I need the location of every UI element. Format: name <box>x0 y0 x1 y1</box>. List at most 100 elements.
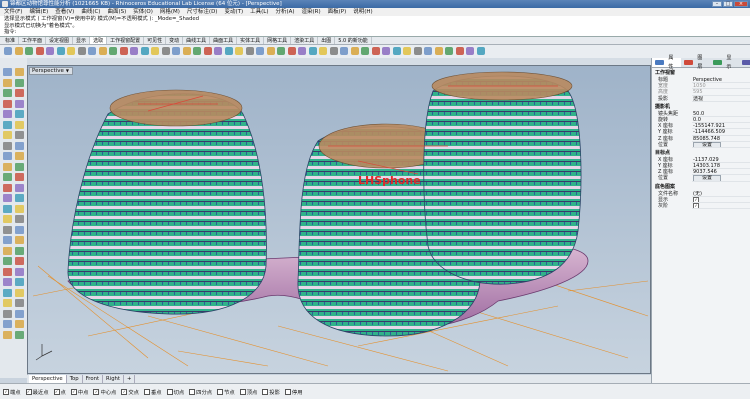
left-tool-icon[interactable] <box>15 152 24 160</box>
toolbar-tool-icon[interactable] <box>245 47 254 55</box>
toolbar-tool-icon[interactable] <box>214 47 222 55</box>
left-tool-icon[interactable] <box>3 152 12 160</box>
osnap-item[interactable]: 停用 <box>284 388 303 396</box>
toolbar-tool-icon[interactable] <box>319 47 327 55</box>
toolbar-tool-icon[interactable] <box>403 47 411 55</box>
viewport-tab[interactable]: Top <box>67 375 83 383</box>
osnap-item[interactable]: 切点 <box>166 388 184 396</box>
left-tool-icon[interactable] <box>3 173 12 181</box>
left-tool-icon[interactable] <box>15 246 24 255</box>
left-tool-icon[interactable] <box>3 288 12 297</box>
toolbar-tab[interactable]: 渲染工具 <box>291 37 319 44</box>
left-tool-icon[interactable] <box>3 309 12 318</box>
left-tool-icon[interactable] <box>3 141 12 150</box>
toolbar-tab[interactable]: 变动 <box>166 37 184 44</box>
toolbar-tool-icon[interactable] <box>350 47 359 55</box>
osnap-checkbox[interactable]: ✓ <box>93 388 100 395</box>
toolbar-tool-icon[interactable] <box>88 47 96 55</box>
menu-item[interactable]: 尺寸标注(D) <box>187 8 218 16</box>
left-tool-icon[interactable] <box>15 309 24 318</box>
toolbar-tool-icon[interactable] <box>424 47 432 55</box>
left-tool-icon[interactable] <box>15 330 24 339</box>
toolbar-tab[interactable]: 设定视图 <box>46 37 74 44</box>
left-tool-icon[interactable] <box>3 99 12 108</box>
property-value[interactable]: 设置 <box>692 175 750 182</box>
toolbar-tool-icon[interactable] <box>235 47 243 55</box>
menu-item[interactable]: 文件(F) <box>4 8 22 16</box>
viewport-tab[interactable]: Front <box>83 375 104 383</box>
osnap-item[interactable]: 节点 <box>217 388 235 396</box>
left-tool-icon[interactable] <box>3 215 12 223</box>
menu-item[interactable]: 实体(O) <box>133 8 153 16</box>
osnap-checkbox[interactable] <box>239 388 246 395</box>
toolbar-tool-icon[interactable] <box>277 47 285 55</box>
toolbar-tab[interactable]: 标准 <box>2 37 20 44</box>
left-tool-icon[interactable] <box>15 267 24 276</box>
left-tool-icon[interactable] <box>3 162 12 171</box>
toolbar-tool-icon[interactable] <box>140 47 149 55</box>
maximize-button[interactable]: □ <box>723 1 733 7</box>
toolbar-tool-icon[interactable] <box>203 47 212 55</box>
toolbar-tool-icon[interactable] <box>256 47 264 55</box>
toolbar-tab[interactable]: 曲线工具 <box>183 37 211 44</box>
property-value[interactable]: ✓ <box>692 203 750 210</box>
left-tool-icon[interactable] <box>15 89 24 97</box>
left-tool-icon[interactable] <box>15 162 24 171</box>
toolbar-tool-icon[interactable] <box>14 47 23 55</box>
property-value[interactable]: 透视 <box>692 96 750 102</box>
panel-tab[interactable]: 属性 <box>652 55 682 70</box>
left-tool-icon[interactable] <box>15 120 24 129</box>
toolbar-tab[interactable]: 工作视窗配置 <box>107 37 145 44</box>
osnap-checkbox[interactable] <box>166 388 173 395</box>
viewport-tab[interactable]: Right <box>103 375 124 383</box>
toolbar-tab[interactable]: 实体工具 <box>237 37 265 44</box>
command-prompt[interactable]: 指令: <box>4 29 750 36</box>
left-tool-icon[interactable] <box>3 78 12 87</box>
left-tool-icon[interactable] <box>3 246 12 255</box>
left-tool-icon[interactable] <box>3 330 12 339</box>
toolbar-tool-icon[interactable] <box>434 47 443 55</box>
menu-item[interactable]: 变动(T) <box>224 8 243 16</box>
toolbar-tool-icon[interactable] <box>413 47 422 55</box>
left-tool-icon[interactable] <box>15 194 24 202</box>
osnap-checkbox[interactable]: ✓ <box>53 388 60 395</box>
left-tool-icon[interactable] <box>15 225 24 234</box>
left-tool-icon[interactable] <box>3 89 12 97</box>
toolbar-tool-icon[interactable] <box>25 47 33 55</box>
left-tool-icon[interactable] <box>3 320 12 328</box>
toolbar-tool-icon[interactable] <box>476 47 485 55</box>
toolbar-tool-icon[interactable] <box>35 47 44 55</box>
toolbar-tool-icon[interactable] <box>329 47 338 55</box>
toolbar-tool-icon[interactable] <box>98 47 107 55</box>
toolbar-tab[interactable]: 曲面工具 <box>210 37 238 44</box>
menu-item[interactable]: 曲面(S) <box>107 8 126 16</box>
menu-item[interactable]: 说明(H) <box>353 8 372 16</box>
toolbar-tool-icon[interactable] <box>445 47 453 55</box>
left-tool-icon[interactable] <box>3 183 12 192</box>
left-tool-icon[interactable] <box>15 78 24 87</box>
toolbar-tab[interactable]: 显示 <box>73 37 91 44</box>
menu-item[interactable]: 渲染(R) <box>302 8 321 16</box>
toolbar-tool-icon[interactable] <box>266 47 275 55</box>
osnap-item[interactable]: ✓ 最近点 <box>25 388 49 396</box>
panel-tab[interactable]: 图层 <box>681 55 710 70</box>
left-tool-icon[interactable] <box>15 299 24 307</box>
viewport-tab[interactable]: + <box>124 375 136 383</box>
left-tool-icon[interactable] <box>15 183 24 192</box>
menu-item[interactable]: 查看(V) <box>55 8 74 16</box>
toolbar-tool-icon[interactable] <box>56 47 65 55</box>
left-tool-icon[interactable] <box>15 278 24 286</box>
left-tool-icon[interactable] <box>3 278 12 286</box>
toolbar-tool-icon[interactable] <box>371 47 380 55</box>
osnap-checkbox[interactable] <box>189 388 196 395</box>
left-tool-icon[interactable] <box>3 110 12 118</box>
left-tool-icon[interactable] <box>15 131 24 139</box>
left-tool-icon[interactable] <box>3 204 12 213</box>
viewport-tab[interactable]: Perspective <box>29 375 67 383</box>
toolbar-tool-icon[interactable] <box>161 47 170 55</box>
toolbar-tool-icon[interactable] <box>392 47 401 55</box>
toolbar-tool-icon[interactable] <box>4 47 12 55</box>
left-tool-icon[interactable] <box>3 120 12 129</box>
toolbar-tool-icon[interactable] <box>130 47 138 55</box>
toolbar-tool-icon[interactable] <box>67 47 75 55</box>
